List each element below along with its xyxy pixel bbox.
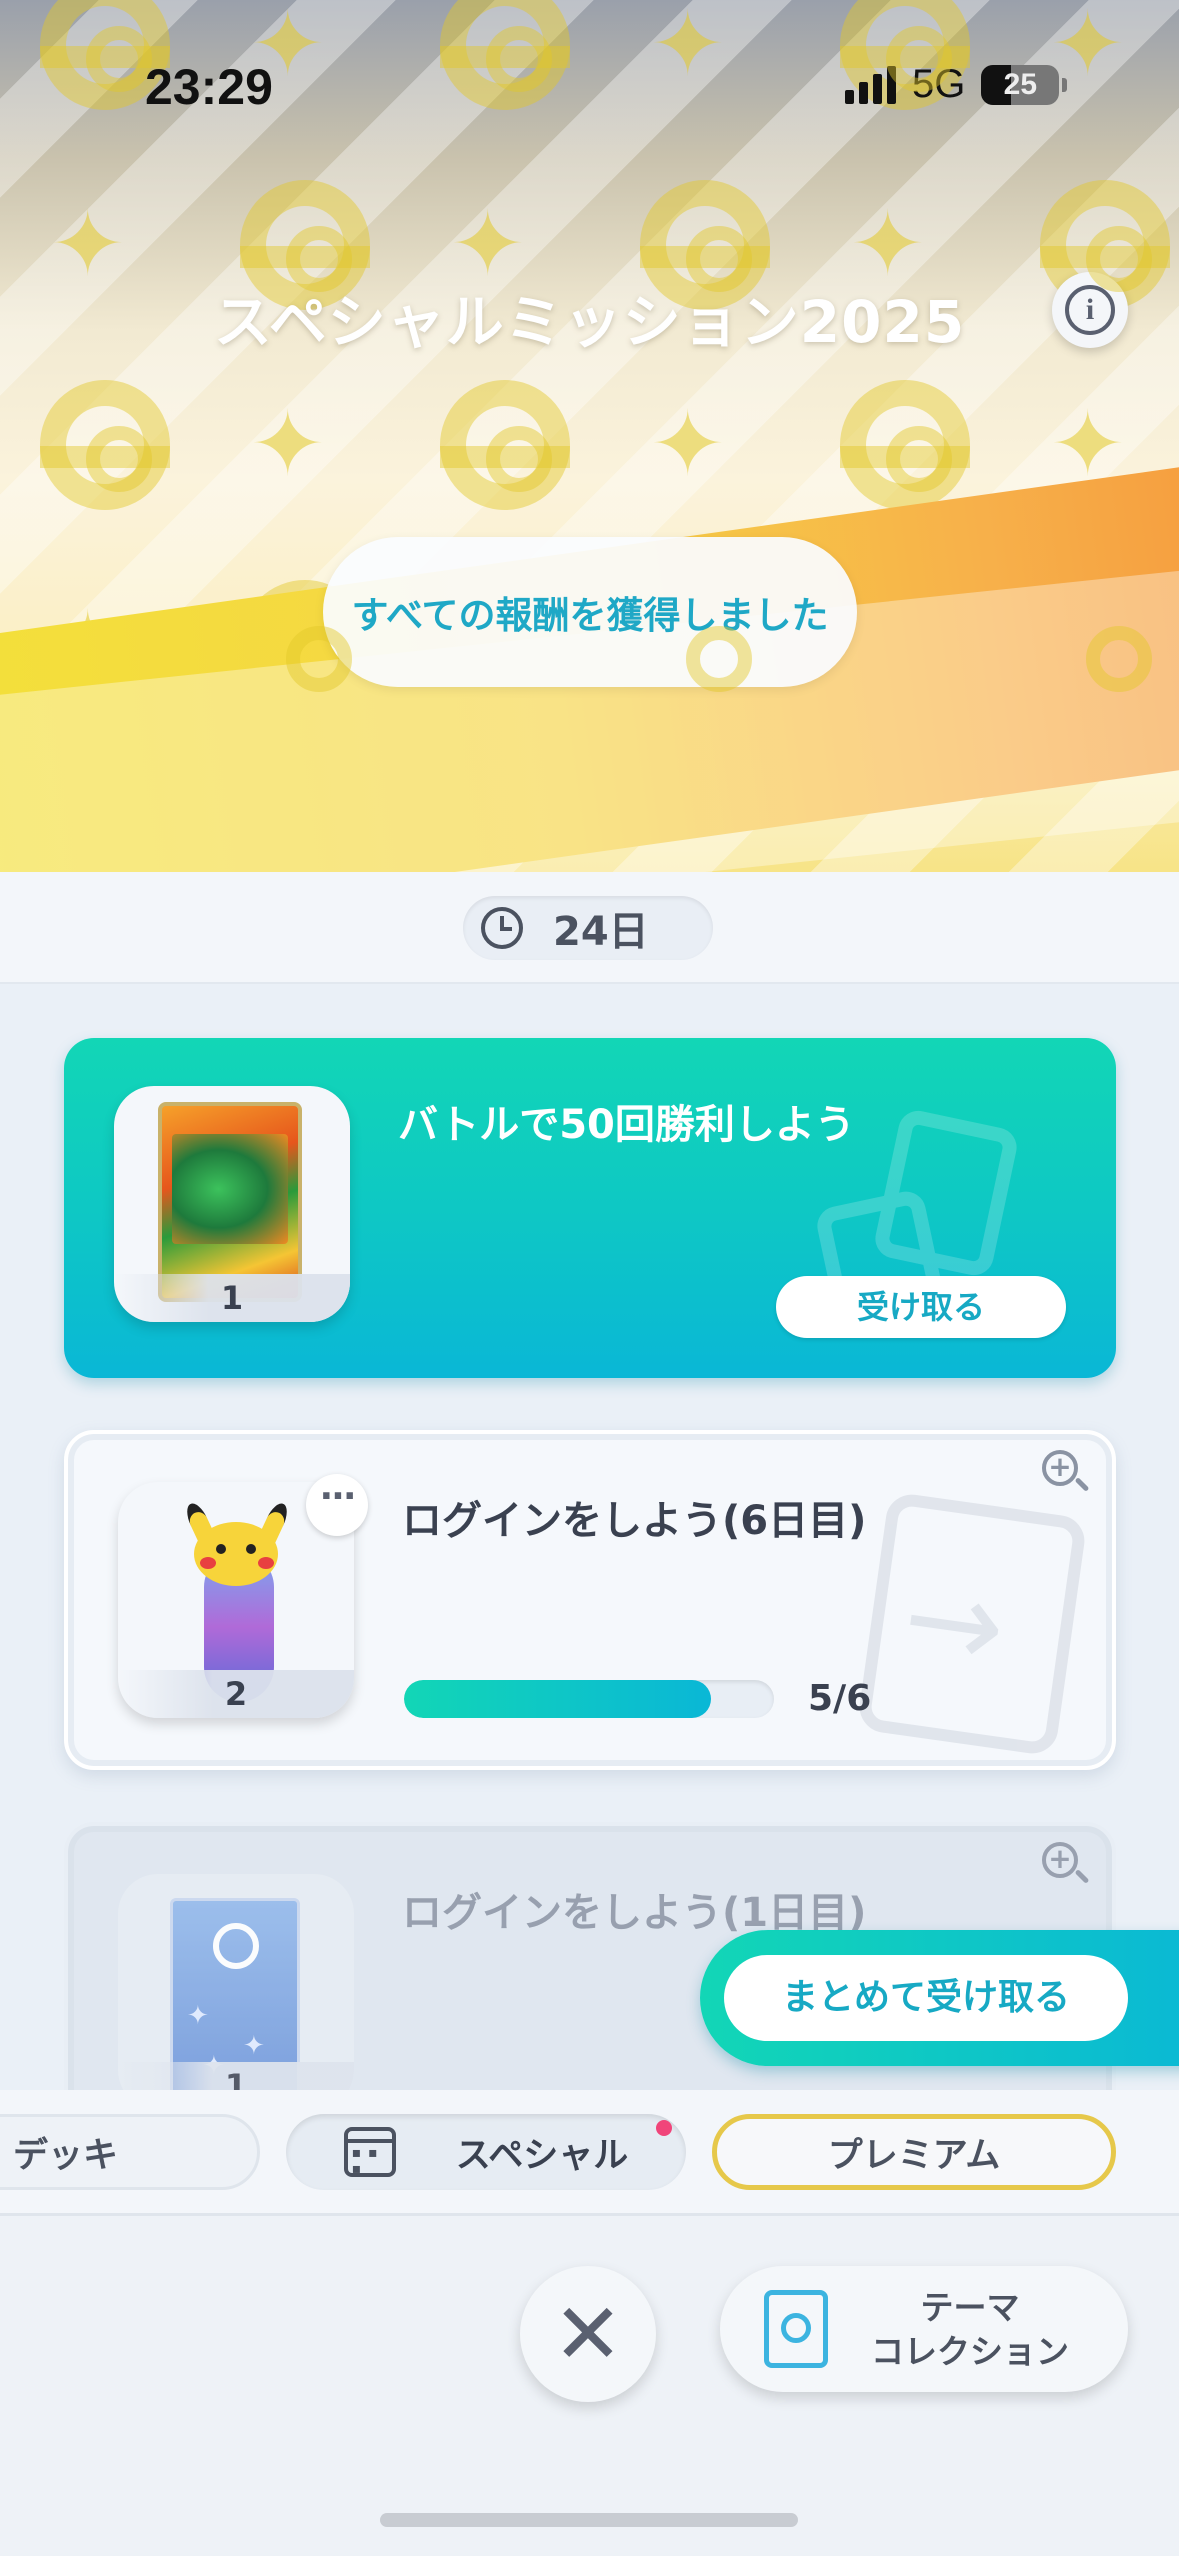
sparkle-icon: ✦ bbox=[250, 392, 326, 497]
info-icon: i bbox=[1065, 285, 1115, 335]
theme-label-line1: テーマ bbox=[920, 2288, 1020, 2327]
pokemon-card-image bbox=[158, 1102, 302, 1302]
pokeball-pattern bbox=[440, 380, 570, 510]
page-title: スペシャルミッション2025 bbox=[213, 288, 966, 356]
claim-button[interactable]: 受け取る bbox=[776, 1276, 1066, 1338]
pokeball-pattern bbox=[40, 380, 170, 510]
card-collection-icon bbox=[764, 2290, 828, 2368]
sparkle-icon: ✦ bbox=[650, 392, 726, 497]
status-indicators: 5G 25 bbox=[845, 62, 1068, 107]
close-icon: ✕ bbox=[552, 2285, 624, 2383]
pokeball-pattern bbox=[840, 380, 970, 510]
mission-title: ログインをしよう(6日目) bbox=[402, 1498, 867, 1544]
theme-collection-button[interactable]: テーマ コレクション bbox=[720, 2266, 1128, 2392]
sparkle-icon: ✦ bbox=[1050, 0, 1126, 97]
tab-premium[interactable]: プレミアム bbox=[712, 2114, 1116, 2190]
tab-label: スペシャル bbox=[455, 2135, 629, 2176]
time-remaining-badge: 24日 bbox=[463, 896, 713, 960]
close-button[interactable]: ✕ bbox=[520, 2266, 656, 2402]
theme-label-line2: コレクション bbox=[871, 2332, 1069, 2371]
clock-icon bbox=[481, 907, 523, 949]
timer-strip: 24日 bbox=[0, 872, 1179, 984]
mission-card-login-day6[interactable]: 2 ··· ログインをしよう(6日目) 5/6 bbox=[64, 1430, 1116, 1770]
time-remaining-text: 24日 bbox=[553, 909, 649, 955]
bottom-actions: ✕ テーマ コレクション bbox=[0, 2216, 1179, 2556]
sparkle-icon: ✦ bbox=[650, 0, 726, 97]
tab-bar: デッキ スペシャル プレミアム bbox=[0, 2090, 1179, 2216]
battery-icon: 25 bbox=[981, 64, 1068, 105]
mission-hero-banner: ✦ ✦ ✦ ✦ ✦ ✦ ✦ ✦ ✦ ✦ ✦ 23:29 5G 25 スペシャルミ… bbox=[0, 0, 1179, 872]
tab-deck[interactable]: デッキ bbox=[0, 2114, 260, 2190]
tab-label: プレミアム bbox=[827, 2135, 1001, 2176]
mission-list[interactable]: 1 バトルで50回勝利しよう 受け取る 2 ··· ログインをしよう(6日目) … bbox=[0, 984, 1179, 2090]
progress-bar bbox=[404, 1680, 774, 1718]
reward-count: 1 bbox=[114, 1274, 350, 1322]
progress-bar-fill bbox=[404, 1680, 712, 1718]
tab-label: デッキ bbox=[13, 2135, 119, 2176]
reward-thumbnail[interactable]: 1 bbox=[114, 1086, 350, 1322]
battery-level: 25 bbox=[1003, 67, 1038, 101]
mission-card-battle[interactable]: 1 バトルで50回勝利しよう 受け取る bbox=[64, 1038, 1116, 1378]
more-options-icon[interactable]: ··· bbox=[306, 1474, 368, 1536]
rewards-status-pill: すべての報酬を獲得しました bbox=[323, 537, 857, 687]
home-indicator[interactable] bbox=[380, 2513, 798, 2527]
reward-count: 2 bbox=[118, 1670, 354, 1718]
notification-badge bbox=[656, 2120, 672, 2136]
theme-collection-label: テーマ コレクション bbox=[850, 2286, 1090, 2374]
reward-count: 1 bbox=[118, 2062, 354, 2090]
progress-text: 5/6 bbox=[808, 1678, 872, 1719]
zoom-in-icon[interactable] bbox=[1038, 1838, 1094, 1894]
mission-title: バトルで50回勝利しよう bbox=[398, 1102, 855, 1148]
reward-thumbnail[interactable]: ✦ ✦ ✦ 1 bbox=[118, 1874, 354, 2090]
status-time: 23:29 bbox=[145, 59, 273, 115]
claim-all-button[interactable]: まとめて受け取る bbox=[724, 1955, 1128, 2041]
zoom-in-icon[interactable] bbox=[1038, 1446, 1094, 1502]
tab-special[interactable]: スペシャル bbox=[286, 2114, 686, 2190]
calendar-icon bbox=[343, 2127, 396, 2177]
login-watermark-icon bbox=[856, 1491, 1088, 1757]
claim-all-panel: まとめて受け取る bbox=[700, 1930, 1179, 2066]
